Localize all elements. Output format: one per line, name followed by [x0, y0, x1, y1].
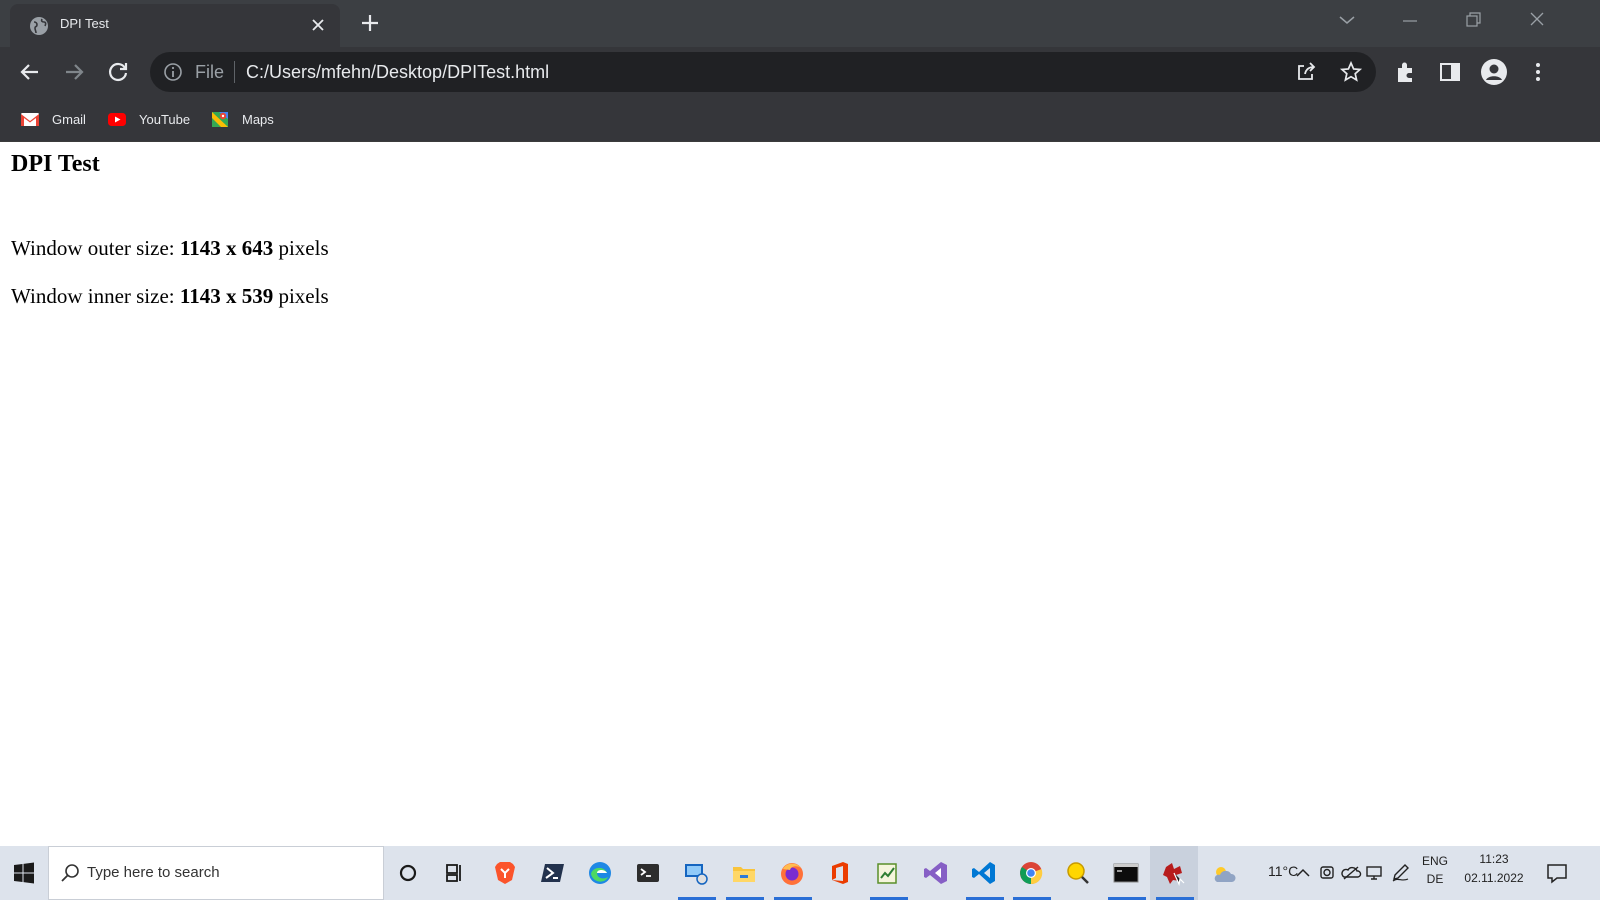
notepad-plus-icon[interactable]	[874, 859, 902, 887]
bookmark-star-icon[interactable]	[1339, 60, 1363, 84]
minimize-icon[interactable]	[1397, 10, 1423, 30]
taskbar-search-box[interactable]: Type here to search	[48, 846, 384, 900]
outer-size-prefix: Window outer size:	[11, 236, 180, 260]
search-icon	[61, 864, 79, 882]
forward-arrow-icon[interactable]	[58, 56, 90, 88]
tab-title: DPI Test	[60, 16, 109, 31]
close-window-icon[interactable]	[1524, 10, 1550, 30]
info-icon[interactable]	[163, 62, 183, 82]
inner-size-suffix: pixels	[273, 284, 329, 308]
office-icon[interactable]	[826, 859, 854, 887]
back-arrow-icon[interactable]	[14, 56, 46, 88]
file-explorer-icon[interactable]	[730, 859, 758, 887]
outer-size-suffix: pixels	[273, 236, 329, 260]
page-title: DPI Test	[11, 151, 100, 177]
windows-taskbar: Type here to search 11°C ENG DE 11:23 02…	[0, 846, 1600, 900]
gmail-icon	[21, 113, 39, 126]
clock-time[interactable]: 11:23	[1456, 852, 1532, 866]
globe-icon	[30, 17, 48, 35]
maps-icon	[212, 112, 228, 127]
inner-size-line: Window inner size: 1143 x 539 pixels	[11, 284, 329, 309]
vscode-icon[interactable]	[970, 859, 998, 887]
outer-size-line: Window outer size: 1143 x 643 pixels	[11, 236, 329, 261]
terminal-icon[interactable]	[634, 859, 662, 887]
network-icon[interactable]	[1364, 861, 1386, 883]
pen-ink-icon[interactable]	[1390, 861, 1412, 883]
url-scheme-label: File	[195, 62, 225, 82]
bookmark-maps[interactable]: Maps	[210, 106, 274, 132]
share-icon[interactable]	[1294, 60, 1318, 84]
remote-desktop-icon[interactable]	[682, 859, 710, 887]
dpi-test-app-icon[interactable]	[1160, 859, 1188, 887]
cortana-icon[interactable]	[394, 859, 422, 887]
inner-size-value: 1143 x 539	[179, 284, 274, 308]
extensions-puzzle-icon[interactable]	[1390, 56, 1422, 88]
firefox-icon[interactable]	[778, 859, 806, 887]
profile-avatar-icon[interactable]	[1478, 56, 1510, 88]
address-bar[interactable]: File C:/Users/mfehn/Desktop/DPITest.html	[150, 52, 1376, 92]
notifications-icon[interactable]	[1544, 860, 1570, 886]
reload-icon[interactable]	[102, 56, 134, 88]
magnifier-app-icon[interactable]	[1064, 859, 1092, 887]
windows-start-icon[interactable]	[12, 861, 36, 885]
command-prompt-icon[interactable]	[1112, 859, 1140, 887]
input-language-line1[interactable]: ENG	[1420, 854, 1450, 868]
side-panel-icon[interactable]	[1434, 56, 1466, 88]
onedrive-icon[interactable]	[1340, 861, 1362, 883]
bookmark-gmail[interactable]: Gmail	[20, 106, 86, 132]
outer-size-value: 1143 x 643	[179, 236, 274, 260]
visual-studio-icon[interactable]	[922, 859, 950, 887]
bookmarks-bar: Gmail YouTube Maps	[0, 97, 1600, 142]
bookmark-youtube[interactable]: YouTube	[107, 106, 190, 132]
clock-date[interactable]: 02.11.2022	[1456, 871, 1532, 885]
chrome-icon[interactable]	[1017, 859, 1045, 887]
web-page-content: DPI Test Window outer size: 1143 x 643 p…	[0, 142, 1600, 846]
omnibox-divider	[234, 61, 235, 83]
close-tab-icon[interactable]	[308, 15, 328, 35]
edge-browser-icon[interactable]	[586, 859, 614, 887]
search-placeholder: Type here to search	[87, 864, 220, 881]
youtube-icon	[108, 113, 126, 126]
restore-icon[interactable]	[1460, 10, 1486, 30]
powershell-icon[interactable]	[539, 859, 567, 887]
brave-browser-icon[interactable]	[491, 859, 519, 887]
inner-size-prefix: Window inner size:	[11, 284, 180, 308]
menu-kebab-icon[interactable]	[1522, 56, 1554, 88]
weather-cloud-icon[interactable]	[1210, 860, 1238, 888]
task-view-icon[interactable]	[441, 859, 469, 887]
tab-strip: DPI Test	[0, 0, 1600, 47]
browser-toolbar: File C:/Users/mfehn/Desktop/DPITest.html	[0, 47, 1600, 97]
input-language-line2[interactable]: DE	[1420, 872, 1450, 886]
browser-tab[interactable]: DPI Test	[10, 4, 340, 47]
tab-search-chevron-icon[interactable]	[1334, 10, 1360, 30]
url-text[interactable]: C:/Users/mfehn/Desktop/DPITest.html	[246, 62, 549, 83]
chevron-up-icon[interactable]	[1290, 860, 1316, 886]
camera-tray-icon[interactable]	[1316, 861, 1338, 883]
new-tab-icon[interactable]	[359, 12, 381, 34]
